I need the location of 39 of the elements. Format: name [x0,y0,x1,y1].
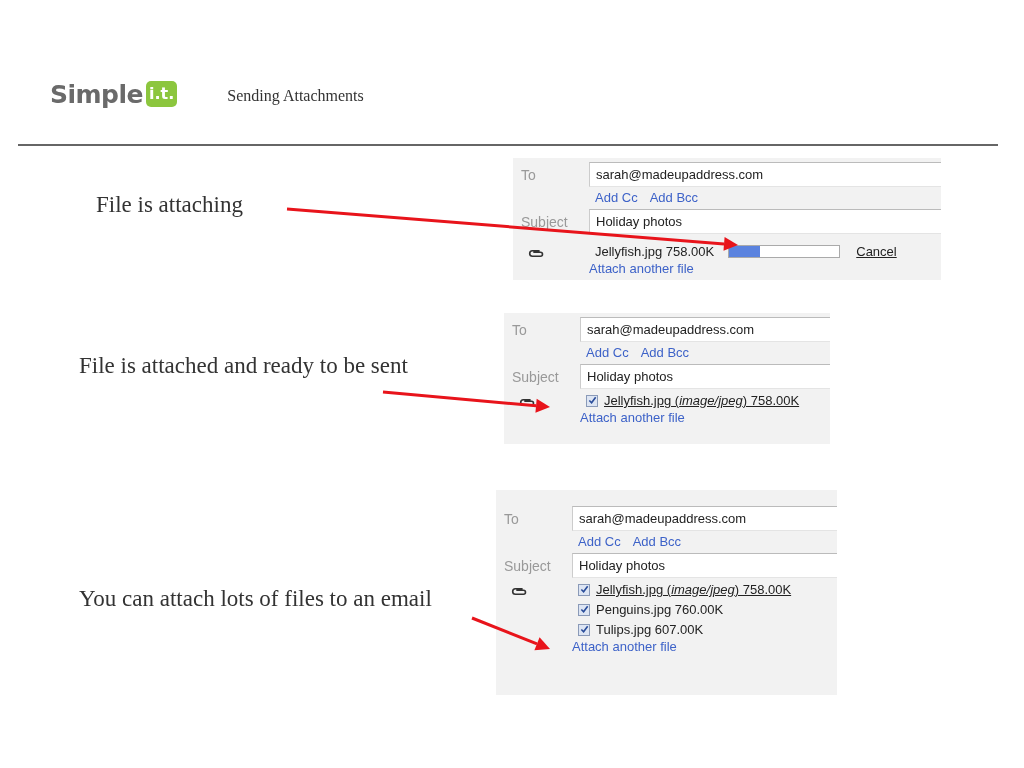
to-field[interactable]: sarah@madeupaddress.com [580,317,830,342]
file-link[interactable]: Jellyfish.jpg (image/jpeg) 758.00K [604,393,800,408]
subject-field[interactable]: Holiday photos [589,209,941,234]
field-label: To [512,321,528,340]
caption-text: File is attaching [96,192,243,218]
to-field[interactable]: sarah@madeupaddress.com [572,506,837,531]
cancel-link[interactable]: Cancel [856,244,897,259]
subject-field[interactable]: Holiday photos [572,553,837,578]
file-link[interactable]: Jellyfish.jpg (image/jpeg) 758.00K [596,582,792,597]
to-field[interactable]: sarah@madeupaddress.com [589,162,941,187]
paperclip-icon [510,586,528,597]
field-label: Subject [512,368,560,387]
logo-wordmark: Simple [50,79,144,109]
field-label: To [504,510,520,529]
attach-link[interactable]: Attach another file [580,410,830,425]
caption-text: File is attached and ready to be sent [79,353,408,379]
file-name: Jellyfish.jpg 758.00K [595,244,715,259]
logo-badge: i.t. [146,81,178,107]
checkbox[interactable] [578,583,590,596]
checkbox[interactable] [586,394,598,407]
slide-title: Sending Attachments [227,86,364,105]
link[interactable]: Add Bcc [649,190,699,205]
paperclip-icon [527,248,545,259]
link[interactable]: Add Bcc [640,345,690,360]
subject-field[interactable]: Holiday photos [580,364,830,389]
file-name: Penguins.jpg 760.00K [596,602,724,617]
link[interactable]: Add Cc [595,190,638,205]
link[interactable]: Add Cc [586,345,629,360]
caption-text: You can attach lots of files to an email [79,586,432,612]
field-label: Subject [521,213,569,232]
link[interactable]: Add Cc [578,534,621,549]
link[interactable]: Add Bcc [632,534,682,549]
field-label: Subject [504,557,552,576]
checkbox[interactable] [578,603,590,616]
attach-link[interactable]: Attach another file [572,639,837,654]
checkbox[interactable] [578,623,590,636]
attach-link[interactable]: Attach another file [589,261,941,276]
field-label: To [521,166,537,185]
file-name: Tulips.jpg 607.00K [596,622,704,637]
